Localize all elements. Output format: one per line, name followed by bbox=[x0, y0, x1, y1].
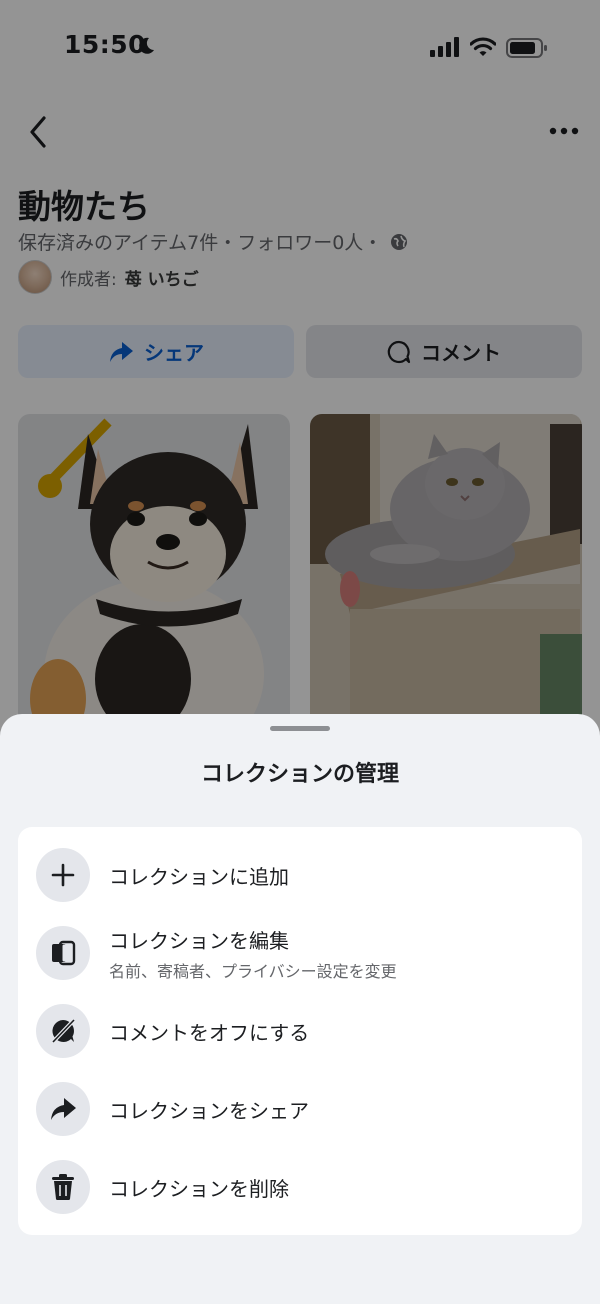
edit-collection-option[interactable]: コレクションを編集 名前、寄稿者、プライバシー設定を変更 bbox=[18, 914, 582, 992]
share-collection-label: コレクションをシェア bbox=[109, 1098, 309, 1123]
edit-collection-text: コレクションを編集 名前、寄稿者、プライバシー設定を変更 bbox=[109, 925, 397, 982]
sheet-drag-handle[interactable] bbox=[270, 726, 330, 731]
sheet-title: コレクションの管理 bbox=[200, 762, 399, 787]
turn-off-comments-option[interactable]: コメントをオフにする bbox=[18, 992, 582, 1070]
share-collection-option[interactable]: コレクションをシェア bbox=[18, 1070, 582, 1148]
delete-collection-option[interactable]: コレクションを削除 bbox=[18, 1148, 582, 1226]
share-icon bbox=[36, 1082, 90, 1136]
turn-off-comments-label: コメントをオフにする bbox=[109, 1020, 310, 1045]
manage-collection-sheet: コレクションの管理 コレクションに追加 コレクションを編集 名前、寄稿者、プライ… bbox=[0, 714, 600, 1304]
trash-icon bbox=[36, 1160, 90, 1214]
share-collection-text: コレクションをシェア bbox=[109, 1095, 309, 1124]
sheet-options-card: コレクションに追加 コレクションを編集 名前、寄稿者、プライバシー設定を変更 コ… bbox=[18, 827, 582, 1235]
delete-collection-label: コレクションを削除 bbox=[109, 1176, 289, 1201]
add-to-collection-option[interactable]: コレクションに追加 bbox=[18, 836, 582, 914]
comment-off-icon bbox=[36, 1004, 90, 1058]
add-to-collection-text: コレクションに追加 bbox=[109, 861, 289, 890]
edit-collection-label: コレクションを編集 bbox=[109, 928, 289, 953]
add-to-collection-label: コレクションに追加 bbox=[109, 864, 289, 889]
edit-collection-icon bbox=[36, 926, 90, 980]
turn-off-comments-text: コメントをオフにする bbox=[109, 1017, 309, 1046]
plus-icon bbox=[36, 848, 90, 902]
edit-collection-subtitle: 名前、寄稿者、プライバシー設定を変更 bbox=[109, 961, 397, 981]
delete-collection-text: コレクションを削除 bbox=[109, 1173, 289, 1202]
